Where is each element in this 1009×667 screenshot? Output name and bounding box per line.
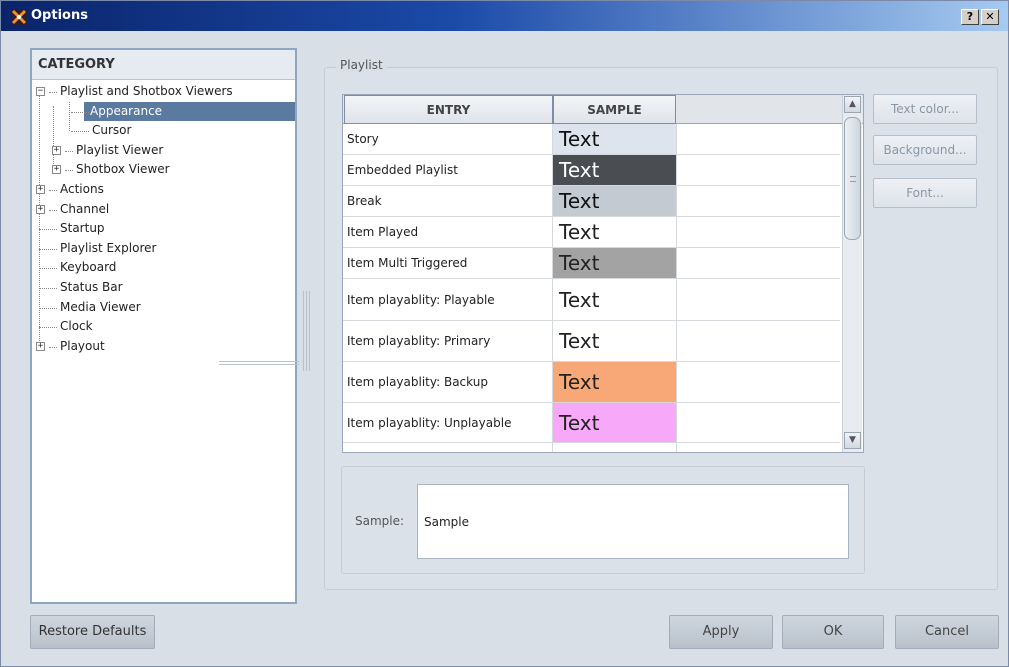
table-row[interactable] [343, 443, 840, 452]
table-row[interactable]: Item playablity: Playable Text [343, 279, 840, 321]
table-row[interactable]: Break Text [343, 186, 840, 217]
table-row[interactable]: Story Text [343, 124, 840, 155]
font-button[interactable]: Font... [873, 178, 977, 208]
tree-guide-line [69, 101, 70, 132]
sample-cell: Text [553, 362, 676, 402]
table-resize-grip[interactable] [219, 361, 299, 365]
sample-cell: Text [553, 155, 676, 185]
sample-label: Sample: [355, 514, 405, 528]
tree-connector [39, 229, 57, 231]
app-logo-icon [11, 9, 27, 25]
tree-connector [49, 346, 57, 348]
entry-cell: Item playablity: Primary [347, 334, 491, 348]
tree-item[interactable]: Appearance [90, 102, 162, 121]
table-row[interactable]: Item playablity: Backup Text [343, 362, 840, 403]
sample-cell: Text [553, 403, 676, 442]
scroll-down-arrow-icon[interactable]: ▼ [844, 432, 861, 449]
tree-item[interactable]: Playout [60, 337, 105, 356]
category-panel: CATEGORY − Playlist and Shotbox Viewers Ap… [30, 48, 297, 604]
table-scrollbar[interactable]: ▲ ▼ [842, 95, 862, 452]
entry-cell: Embedded Playlist [347, 163, 458, 177]
category-header: CATEGORY [32, 50, 295, 80]
sample-cell: Text [553, 248, 676, 278]
entry-cell: Item playablity: Backup [347, 375, 488, 389]
table-header: ENTRY SAMPLE [343, 95, 863, 124]
entry-cell: Break [347, 194, 382, 208]
sample-cell: Text [553, 217, 676, 247]
tree-guide-line [53, 105, 54, 171]
help-button[interactable]: ? [961, 9, 979, 25]
apply-button[interactable]: Apply [669, 615, 773, 649]
expand-icon[interactable]: + [52, 145, 61, 155]
tree-connector [39, 248, 57, 250]
window-title: Options [31, 8, 88, 23]
tree-item[interactable]: Shotbox Viewer [76, 160, 170, 179]
table-row[interactable]: Item playablity: Unplayable Text [343, 403, 840, 443]
text-color-button[interactable]: Text color... [873, 94, 977, 124]
sample-cell: Text [553, 124, 676, 154]
expand-icon[interactable]: + [36, 341, 45, 351]
tree-connector [71, 111, 89, 113]
entry-cell: Item playablity: Unplayable [347, 415, 512, 430]
tree-item[interactable]: Cursor [92, 121, 131, 140]
playlist-group-label: Playlist [336, 58, 387, 72]
table-row[interactable]: Item playablity: Primary Text [343, 321, 840, 362]
tree-item[interactable]: Status Bar [60, 278, 123, 297]
tree-connector [65, 150, 73, 152]
tree-item[interactable]: Actions [60, 180, 104, 199]
expand-icon[interactable]: + [52, 165, 61, 175]
tree-item[interactable]: Playlist Explorer [60, 239, 156, 258]
tree-item[interactable]: Playlist and Shotbox Viewers [60, 82, 233, 101]
expand-icon[interactable]: + [36, 204, 45, 214]
playlist-table: ENTRY SAMPLE Story Text Embedded Playlist T… [342, 94, 864, 453]
grip-icon [850, 176, 856, 182]
scroll-up-arrow-icon[interactable]: ▲ [844, 96, 861, 113]
restore-defaults-button[interactable]: Restore Defaults [30, 615, 155, 649]
column-header-sample[interactable]: SAMPLE [553, 95, 676, 124]
tree-connector [71, 131, 89, 133]
options-window: Options ? ✕ CATEGORY − Playlist and Shotb… [0, 0, 1009, 667]
sample-cell: Text [553, 321, 676, 361]
tree-connector [49, 209, 57, 211]
sample-cell: Text [553, 279, 676, 320]
tree-item[interactable]: Media Viewer [60, 298, 141, 317]
table-row[interactable]: Item Multi Triggered Text [343, 248, 840, 279]
scrollbar-thumb[interactable] [844, 117, 861, 240]
entry-cell: Story [347, 132, 379, 146]
background-button[interactable]: Background... [873, 135, 977, 165]
tree-connector [65, 170, 73, 172]
close-button[interactable]: ✕ [981, 9, 999, 25]
table-row[interactable]: Item Played Text [343, 217, 840, 248]
tree-item[interactable]: Playlist Viewer [76, 141, 163, 160]
tree-item[interactable]: Keyboard [60, 258, 116, 277]
ok-button[interactable]: OK [782, 615, 884, 649]
expand-icon[interactable]: + [36, 185, 45, 194]
tree-item[interactable]: Channel [60, 200, 109, 219]
entry-cell: Item Played [347, 225, 419, 239]
tree-item[interactable]: Startup [60, 219, 105, 238]
tree-connector [49, 92, 57, 93]
tree-connector [39, 307, 57, 309]
entry-cell: Item playablity: Playable [347, 292, 495, 307]
tree-connector [39, 288, 57, 289]
tree-connector [39, 268, 57, 270]
sample-preview: Sample [417, 484, 849, 559]
entry-cell: Item Multi Triggered [347, 256, 468, 270]
cancel-button[interactable]: Cancel [895, 615, 999, 649]
tree-connector [39, 327, 57, 329]
column-header-entry[interactable]: ENTRY [344, 95, 553, 124]
table-row[interactable]: Embedded Playlist Text [343, 155, 840, 186]
collapse-icon[interactable]: − [36, 87, 45, 96]
sample-cell: Text [553, 186, 676, 216]
tree-item[interactable]: Clock [60, 317, 93, 336]
tree-connector [49, 190, 57, 191]
splitter-handle[interactable] [302, 291, 310, 371]
title-bar: Options ? ✕ [1, 1, 1008, 31]
